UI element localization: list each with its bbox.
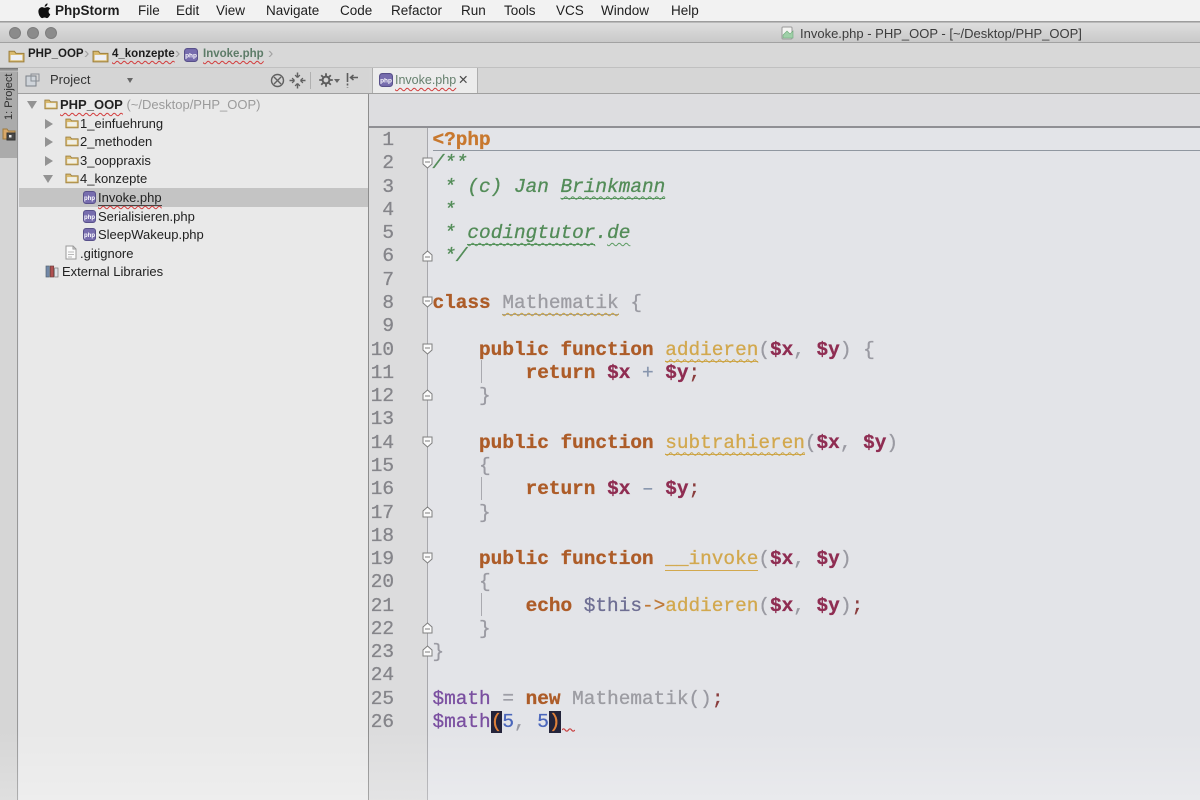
svg-text:php: php — [84, 215, 95, 221]
svg-text:php: php — [185, 53, 197, 60]
svg-text:php: php — [84, 196, 95, 202]
svg-text:php: php — [380, 78, 392, 85]
svg-text:php: php — [84, 233, 95, 239]
